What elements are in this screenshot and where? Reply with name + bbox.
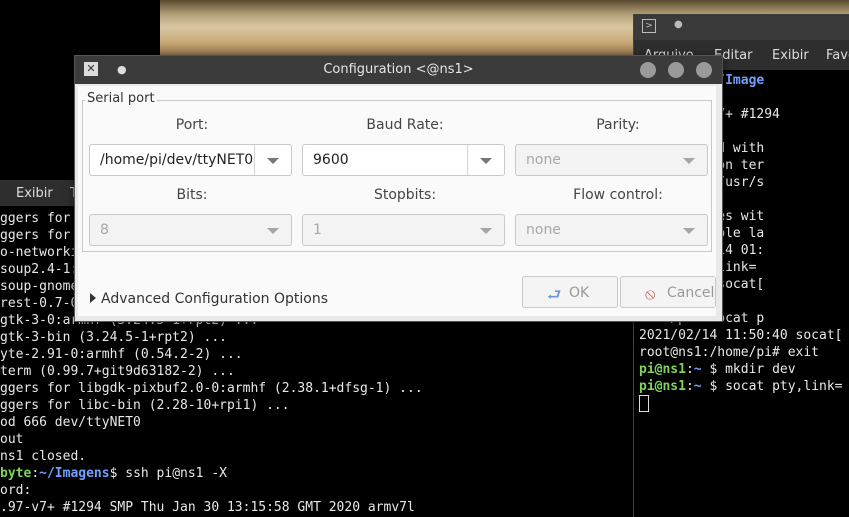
parity-label: Parity: [596,117,640,133]
terminal-icon: > [642,19,656,33]
cancel-icon: ⦸ [645,284,656,303]
bits-value: 8 [100,222,109,238]
advanced-options-expander[interactable]: Advanced Configuration Options [90,291,328,307]
parity-value: none [526,152,561,168]
minimize-button[interactable] [640,62,656,78]
right-terminal-line: root@ns1:/home/pi# exit [639,345,820,360]
stopbits-combobox[interactable]: 1 [302,214,505,246]
bits-label: Bits: [176,187,208,203]
left-terminal-line: byte:~/Imagens$ ssh pi@ns1 -X [0,466,227,481]
flow-control-combobox[interactable]: none [515,214,708,246]
group-title: Serial port [85,91,157,106]
baud-rate-label: Baud Rate: [366,117,444,133]
cancel-button[interactable]: ⦸ Cancel [620,276,716,308]
chevron-down-icon[interactable] [267,158,279,164]
serial-port-group: Serial port Port: Baud Rate: Parity: /ho… [82,91,712,252]
left-terminal-line: ord: [0,483,32,498]
maximize-button[interactable] [668,62,684,78]
left-terminal-line: gtk-3-bin (3.24.5-1+rpt2) ... [0,330,227,345]
stopbits-value: 1 [313,222,322,238]
menu-favoritos[interactable]: Favo [826,48,849,63]
chevron-down-icon[interactable] [480,158,492,164]
left-terminal-line: od 666 dev/ttyNET0 [0,415,141,430]
menu-exibir[interactable]: Exibir [772,48,809,63]
left-terminal-line: .97-v7+ #1294 SMP Thu Jan 30 13:15:58 GM… [0,500,415,515]
flow-control-label: Flow control: [573,187,663,203]
left-terminal-line: ggers for libc-bin (2.28-10+rpi1) ... [0,398,290,413]
chevron-down-icon[interactable] [683,158,695,164]
right-terminal-line: 2021/02/14 11:50:40 socat[ [639,328,843,343]
terminal-cursor [639,395,649,412]
enter-arrow-icon: ⮐ [547,285,562,304]
expand-triangle-icon [90,293,96,303]
close-button[interactable] [696,62,712,78]
baud-rate-value[interactable]: 9600 [313,152,349,168]
left-terminal-line: ns1 closed. [0,449,87,464]
stopbits-label: Stopbits: [373,187,437,203]
left-terminal-line: yte-2.91-0:armhf (0.54.2-2) ... [0,347,243,362]
advanced-options-label: Advanced Configuration Options [101,291,329,307]
port-value[interactable]: /home/pi/dev/ttyNET0 [100,152,253,168]
dialog-body: Serial port Port: Baud Rate: Parity: /ho… [78,86,716,316]
dialog-titlebar[interactable]: ✕ ● Configuration <@ns1> [75,56,722,84]
bits-combobox[interactable]: 8 [89,214,292,246]
chevron-down-icon[interactable] [480,228,492,234]
baud-rate-combobox[interactable]: 9600 [302,144,505,176]
menu-exibir[interactable]: Exibir [16,186,53,201]
right-terminal-line: pi@ns1:~ $ socat pty,link= [639,379,843,394]
port-label: Port: [175,117,209,133]
chevron-down-icon[interactable] [683,228,695,234]
dialog-title: Configuration <@ns1> [323,62,474,77]
ok-label: OK [569,285,590,301]
left-terminal-line: ggers for libgdk-pixbuf2.0-0:armhf (2.38… [0,381,423,396]
chevron-down-icon[interactable] [267,228,279,234]
cancel-label: Cancel [667,285,715,301]
ok-button[interactable]: ⮐ OK [522,276,618,308]
dot-icon: ● [674,19,683,30]
flow-control-value: none [526,222,561,238]
left-terminal-line: out [0,432,24,447]
right-terminal-line: pi@ns1:~ $ mkdir dev [639,362,796,377]
configuration-dialog: ✕ ● Configuration <@ns1> Serial port Por… [74,55,723,322]
parity-combobox[interactable]: none [515,144,708,176]
left-terminal-line: term (0.99.7+git9d63182-2) ... [0,364,235,379]
right-terminal-titlebar: > ● [634,14,849,40]
port-combobox[interactable]: /home/pi/dev/ttyNET0 [89,144,292,176]
